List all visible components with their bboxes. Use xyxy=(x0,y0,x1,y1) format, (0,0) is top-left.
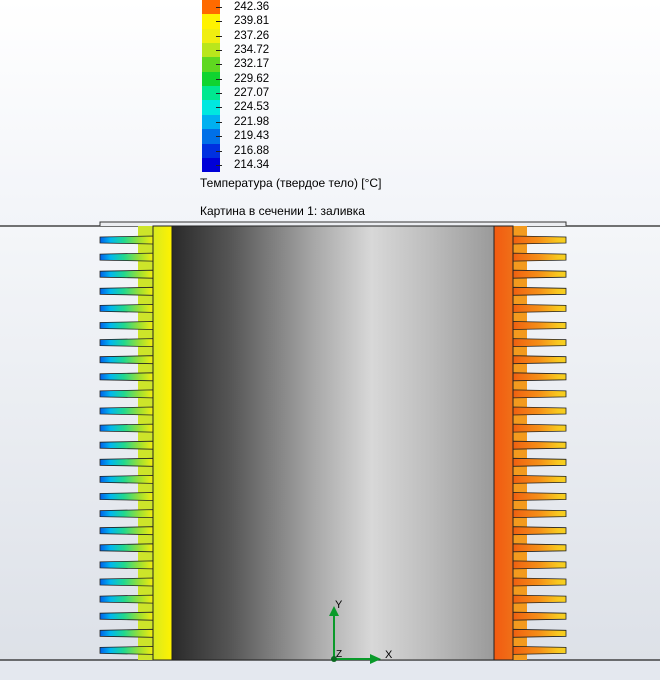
right-fin xyxy=(512,457,567,467)
right-fin xyxy=(512,628,567,638)
model-top-cap xyxy=(99,221,567,226)
right-fin xyxy=(512,252,567,262)
left-fin xyxy=(99,526,154,536)
left-fin xyxy=(99,338,154,348)
left-fin xyxy=(99,474,154,484)
legend-tick xyxy=(216,107,222,109)
legend-tick xyxy=(216,50,222,52)
right-fin xyxy=(512,303,567,313)
legend-value: 234.72 xyxy=(234,44,270,57)
left-fin xyxy=(99,645,154,655)
legend-tick xyxy=(216,93,222,95)
legend-value: 239.81 xyxy=(234,15,270,28)
triad-x-label: X xyxy=(385,649,393,661)
left-fin xyxy=(99,355,154,365)
left-fin xyxy=(99,303,154,313)
legend-value: 224.53 xyxy=(234,101,270,114)
left-fin xyxy=(99,389,154,399)
left-wall-section xyxy=(152,225,173,661)
legend-value: 242.36 xyxy=(234,1,270,13)
left-fin xyxy=(99,560,154,570)
left-fin xyxy=(99,577,154,587)
legend-value: 221.98 xyxy=(234,115,270,128)
legend-tick xyxy=(216,35,222,37)
right-fin xyxy=(512,594,567,604)
left-fin xyxy=(99,457,154,467)
right-fin xyxy=(512,355,567,365)
cylinder-body xyxy=(171,225,495,661)
triad-z-label: Z xyxy=(336,649,342,660)
left-fin xyxy=(99,269,154,279)
legend-value: 232.17 xyxy=(234,58,270,71)
right-fin xyxy=(512,509,567,519)
legend-value: 227.07 xyxy=(234,87,270,100)
right-fin xyxy=(512,526,567,536)
right-fin xyxy=(512,372,567,382)
left-fin xyxy=(99,406,154,416)
right-wall-section xyxy=(493,225,514,661)
right-fin xyxy=(512,492,567,501)
right-fin xyxy=(512,235,567,245)
right-fin xyxy=(512,338,567,348)
legend-tick xyxy=(216,78,222,80)
left-fin xyxy=(99,628,154,638)
legend-value: 219.43 xyxy=(234,130,270,143)
legend-tick xyxy=(216,164,222,166)
legend-value: 216.88 xyxy=(234,144,270,157)
section-plot-title: Картина в сечении 1: заливка xyxy=(200,204,365,218)
right-fin xyxy=(512,440,567,450)
left-fin xyxy=(99,235,154,245)
left-fin xyxy=(99,543,154,553)
left-fin xyxy=(99,423,154,433)
right-fin xyxy=(512,577,567,587)
left-fin xyxy=(99,252,154,262)
legend-tick xyxy=(216,150,222,152)
left-fin xyxy=(99,509,154,519)
legend-color-bar xyxy=(202,0,220,173)
left-fin xyxy=(99,372,154,382)
legend-tick xyxy=(216,64,222,66)
legend-value: 229.62 xyxy=(234,72,270,85)
legend-tick xyxy=(216,136,222,138)
right-fin xyxy=(512,389,567,399)
right-fin xyxy=(512,406,567,416)
left-fin xyxy=(99,440,154,450)
left-fin xyxy=(99,492,154,501)
legend-tick xyxy=(216,121,222,123)
right-fin xyxy=(512,423,567,433)
legend-value: 237.26 xyxy=(234,29,270,42)
legend-tick xyxy=(216,21,222,23)
legend-title: Температура (твердое тело) [°C] xyxy=(200,176,382,190)
right-fin xyxy=(512,560,567,570)
left-fin xyxy=(99,321,154,330)
right-fin xyxy=(512,543,567,553)
right-fin xyxy=(512,269,567,279)
triad-y-label: Y xyxy=(335,599,343,611)
right-fin xyxy=(512,645,567,655)
left-fin xyxy=(99,286,154,296)
legend-value: 214.34 xyxy=(234,158,270,171)
right-fin xyxy=(512,286,567,296)
right-fin xyxy=(512,611,567,621)
right-fin xyxy=(512,321,567,330)
temperature-legend: 242.36 239.81 237.26 234.72 232.17 229.62 227.… xyxy=(200,0,440,200)
legend-tick xyxy=(216,7,222,8)
left-fin xyxy=(99,594,154,604)
right-fin xyxy=(512,474,567,484)
left-fin xyxy=(99,611,154,621)
